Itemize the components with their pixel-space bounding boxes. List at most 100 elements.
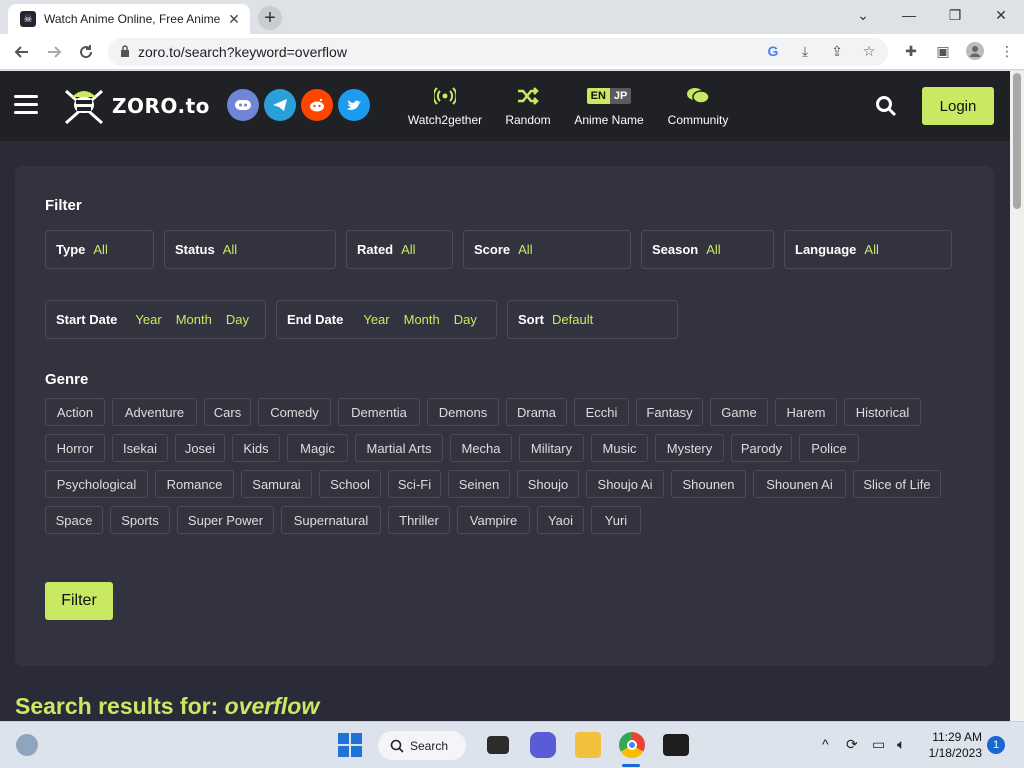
genre-chip[interactable]: Historical (844, 398, 921, 426)
bookmark-star-icon[interactable]: ☆ (860, 42, 878, 60)
genre-chip[interactable]: Military (519, 434, 584, 462)
genre-chip[interactable]: Adventure (112, 398, 197, 426)
login-button[interactable]: Login (922, 87, 994, 125)
genre-chip[interactable]: Kids (232, 434, 280, 462)
browser-tab[interactable]: ☠ Watch Anime Online, Free Anime ✕ (8, 4, 250, 34)
share-icon[interactable]: ⇪ (828, 42, 846, 60)
file-explorer-icon[interactable] (575, 732, 601, 758)
genre-chip[interactable]: Yuri (591, 506, 641, 534)
genre-chip[interactable]: Ecchi (574, 398, 629, 426)
hamburger-menu-icon[interactable] (14, 95, 38, 115)
tab-close-icon[interactable]: ✕ (226, 11, 242, 27)
genre-chip[interactable]: Harem (775, 398, 837, 426)
genre-chip[interactable]: Samurai (241, 470, 312, 498)
filter-status-select[interactable]: Status All (164, 230, 336, 269)
genre-chip[interactable]: Romance (155, 470, 234, 498)
filter-type-select[interactable]: Type All (45, 230, 154, 269)
volume-icon[interactable]: 🔈︎ (897, 736, 905, 753)
notification-badge[interactable]: 1 (987, 736, 1005, 754)
lang-jp-option[interactable]: JP (609, 88, 632, 104)
genre-chip[interactable]: School (319, 470, 381, 498)
side-panel-icon[interactable]: ▣ (934, 42, 952, 60)
nav-anime-name[interactable]: EN JP Anime Name (570, 85, 648, 127)
chrome-icon[interactable] (619, 732, 645, 758)
genre-chip[interactable]: Cars (204, 398, 251, 426)
nav-community[interactable]: Community (662, 85, 734, 127)
start-year-select[interactable]: Year (135, 312, 161, 327)
genre-chip[interactable]: Mecha (450, 434, 512, 462)
reddit-icon[interactable] (301, 89, 333, 121)
google-translate-icon[interactable]: G (764, 42, 782, 60)
discord-icon[interactable] (227, 89, 259, 121)
genre-chip[interactable]: Fantasy (636, 398, 703, 426)
filter-rated-select[interactable]: Rated All (346, 230, 453, 269)
page-scrollbar[interactable] (1010, 71, 1024, 721)
teams-chat-icon[interactable] (530, 732, 556, 758)
genre-chip[interactable]: Josei (175, 434, 225, 462)
profile-avatar-icon[interactable] (966, 42, 984, 60)
genre-chip[interactable]: Sci-Fi (388, 470, 441, 498)
extensions-puzzle-icon[interactable]: ✚ (902, 42, 920, 60)
chevron-up-icon[interactable]: ^ (822, 736, 829, 752)
nav-random[interactable]: Random (500, 85, 556, 127)
language-toggle[interactable]: EN JP (570, 85, 648, 107)
genre-chip[interactable]: Parody (731, 434, 792, 462)
start-month-select[interactable]: Month (176, 312, 212, 327)
genre-chip[interactable]: Isekai (112, 434, 168, 462)
genre-chip[interactable]: Yaoi (537, 506, 584, 534)
forward-arrow-icon[interactable] (38, 36, 70, 68)
twitter-icon[interactable] (338, 89, 370, 121)
genre-chip[interactable]: Shounen Ai (753, 470, 846, 498)
terminal-icon[interactable] (663, 734, 689, 756)
task-view-icon[interactable] (487, 736, 509, 754)
site-logo[interactable]: ZORO.to (62, 85, 210, 127)
genre-chip[interactable]: Thriller (388, 506, 450, 534)
genre-chip[interactable]: Space (45, 506, 103, 534)
genre-chip[interactable]: Comedy (258, 398, 331, 426)
genre-chip[interactable]: Psychological (45, 470, 148, 498)
lang-en-option[interactable]: EN (586, 88, 610, 104)
genre-chip[interactable]: Mystery (655, 434, 724, 462)
windows-start-icon[interactable] (337, 732, 363, 758)
genre-chip[interactable]: Drama (506, 398, 567, 426)
search-icon[interactable] (875, 95, 897, 117)
genre-chip[interactable]: Action (45, 398, 105, 426)
genre-chip[interactable]: Game (710, 398, 768, 426)
filter-score-select[interactable]: Score All (463, 230, 631, 269)
nav-watch2gether[interactable]: Watch2gether (404, 85, 486, 127)
genre-chip[interactable]: Martial Arts (355, 434, 443, 462)
scrollbar-thumb[interactable] (1013, 73, 1021, 209)
genre-chip[interactable]: Super Power (177, 506, 274, 534)
end-year-select[interactable]: Year (363, 312, 389, 327)
install-app-icon[interactable]: ⤓ (796, 42, 814, 60)
genre-chip[interactable]: Sports (110, 506, 170, 534)
genre-chip[interactable]: Magic (287, 434, 348, 462)
filter-season-select[interactable]: Season All (641, 230, 774, 269)
telegram-icon[interactable] (264, 89, 296, 121)
tab-search-button[interactable]: ⌄ (840, 0, 886, 30)
back-arrow-icon[interactable] (6, 36, 38, 68)
genre-chip[interactable]: Shounen (671, 470, 746, 498)
close-window-button[interactable]: ✕ (978, 0, 1024, 30)
genre-chip[interactable]: Slice of Life (853, 470, 941, 498)
browser-menu-icon[interactable]: ⋮ (998, 42, 1016, 60)
reload-icon[interactable] (70, 36, 102, 68)
network-icon[interactable]: ▭ (872, 736, 885, 753)
sync-icon[interactable]: ⟳ (846, 736, 858, 753)
system-clock[interactable]: 11:29 AM 1/18/2023 (920, 729, 982, 761)
genre-chip[interactable]: Seinen (448, 470, 510, 498)
filter-sort-select[interactable]: Sort Default (507, 300, 678, 339)
genre-chip[interactable]: Police (799, 434, 859, 462)
filter-language-select[interactable]: Language All (784, 230, 952, 269)
restore-button[interactable]: ❐ (932, 0, 978, 30)
end-month-select[interactable]: Month (404, 312, 440, 327)
address-bar[interactable]: zoro.to/search?keyword=overflow G ⤓ ⇪ ☆ (108, 38, 888, 66)
genre-chip[interactable]: Shoujo Ai (586, 470, 664, 498)
genre-chip[interactable]: Vampire (457, 506, 530, 534)
filter-submit-button[interactable]: Filter (45, 582, 113, 620)
genre-chip[interactable]: Music (591, 434, 648, 462)
genre-chip[interactable]: Horror (45, 434, 105, 462)
new-tab-button[interactable]: + (258, 6, 282, 30)
genre-chip[interactable]: Supernatural (281, 506, 381, 534)
weather-widget-icon[interactable] (16, 734, 38, 756)
